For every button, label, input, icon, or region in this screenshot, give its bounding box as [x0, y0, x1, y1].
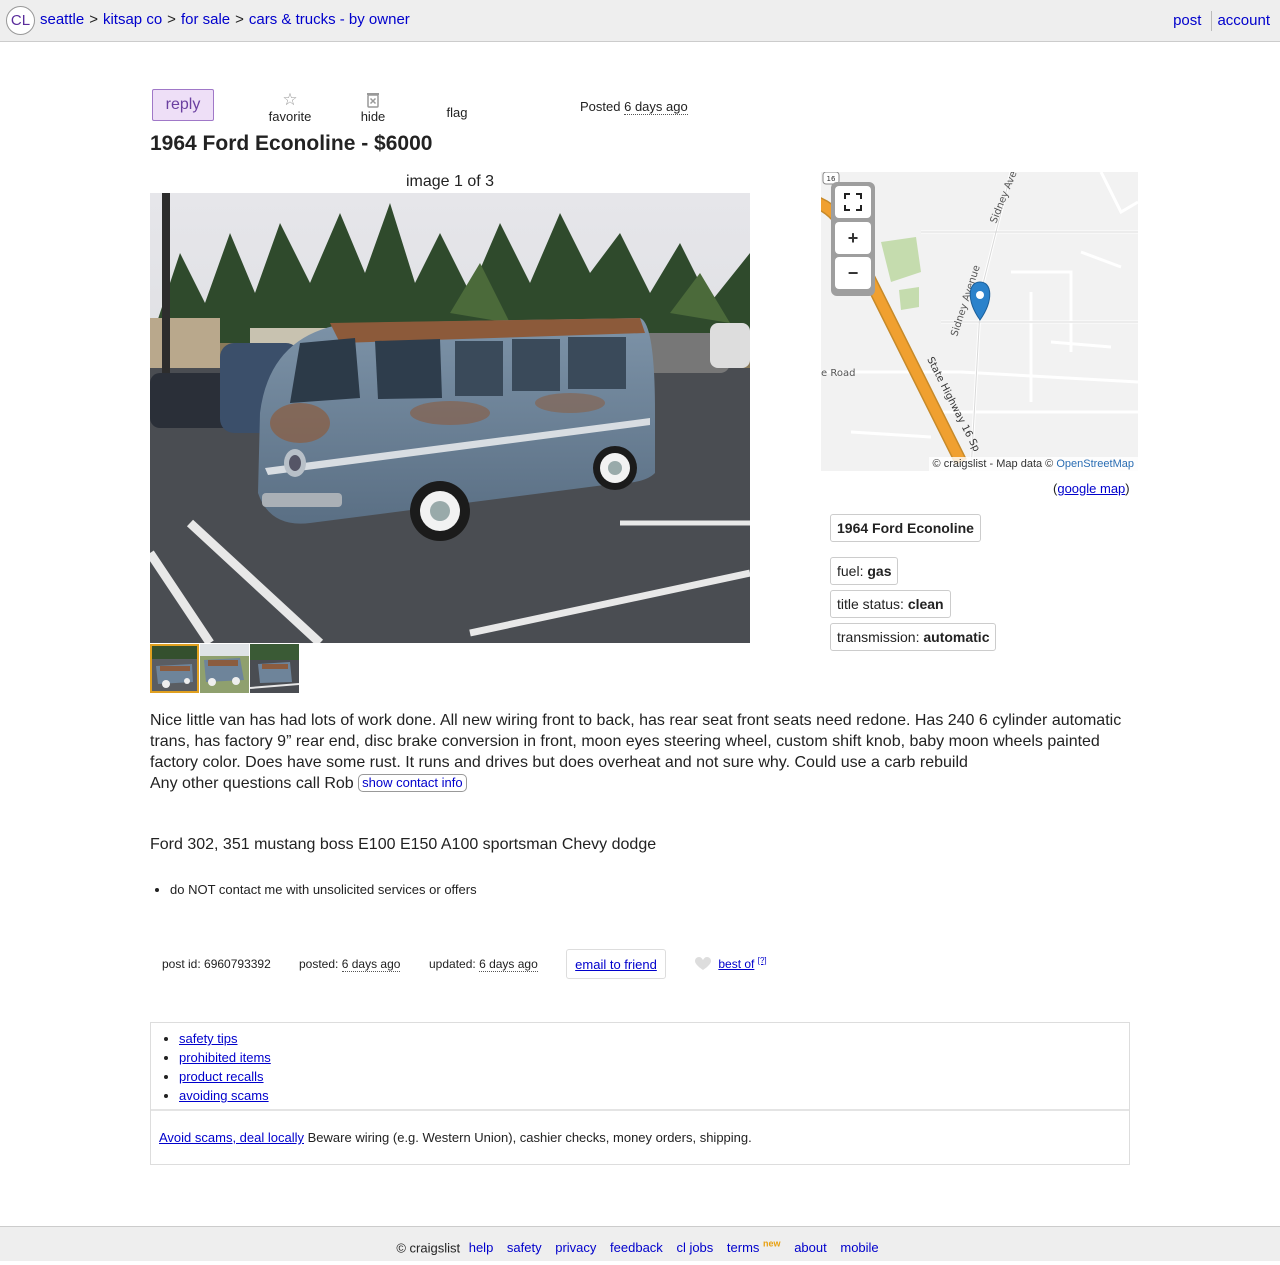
post-id: post id: 6960793392	[162, 957, 271, 971]
fullscreen-icon	[844, 193, 862, 211]
attribute-title-status: title status: clean	[830, 590, 951, 618]
attribute-headline: 1964 Ford Econoline	[830, 514, 981, 542]
safety-divider	[151, 1109, 1129, 1111]
breadcrumb-separator: >	[235, 11, 244, 28]
footer-mobile-link[interactable]: mobile	[840, 1240, 878, 1255]
updated-info-value: 6 days ago	[479, 957, 538, 972]
contact-text: Any other questions call Rob	[150, 775, 354, 792]
hide-icon	[355, 91, 391, 109]
hide-label: hide	[360, 109, 386, 124]
user-links: post account	[1173, 11, 1270, 31]
site-footer: © craigslist help safety privacy feedbac…	[0, 1226, 1280, 1261]
trash-x-icon	[367, 93, 379, 108]
posted-value: 6 days ago	[624, 99, 688, 115]
breadcrumb-separator: >	[167, 11, 176, 28]
avoid-scams-link[interactable]: Avoid scams, deal locally	[159, 1130, 304, 1145]
favorite-label: favorite	[268, 109, 312, 124]
footer-copyright: © craigslist	[396, 1240, 461, 1256]
image-counter: image 1 of 3	[405, 173, 495, 190]
posting-body: Nice little van has had lots of work don…	[150, 710, 1135, 794]
attribute-fuel: fuel: gas	[830, 557, 899, 585]
updated-info-label: updated:	[429, 957, 476, 971]
breadcrumb-separator: >	[89, 11, 98, 28]
map-attribution: © craigslist - Map data © OpenStreetMap	[928, 457, 1138, 471]
attribute-label: fuel:	[837, 563, 864, 579]
footer-privacy-link[interactable]: privacy	[555, 1240, 596, 1255]
keywords-text: Ford 302, 351 mustang boss E100 E150 A10…	[150, 836, 657, 853]
listing-title: 1964 Ford Econoline - $6000	[150, 132, 433, 155]
footer-help-link[interactable]: help	[469, 1240, 494, 1255]
footer-about-link[interactable]: about	[794, 1240, 827, 1255]
craigslist-logo[interactable]: CL	[6, 6, 35, 35]
description-paragraph: Nice little van has had lots of work don…	[150, 712, 1122, 771]
flag-button[interactable]: flag	[440, 105, 474, 120]
scam-warning-text: Beware wiring (e.g. Western Union), cash…	[307, 1130, 752, 1145]
star-icon: ☆	[282, 90, 298, 109]
breadcrumb-seattle[interactable]: seattle	[40, 11, 84, 28]
attribute-value: clean	[907, 596, 944, 612]
new-badge: new	[763, 1239, 781, 1249]
footer-cl-jobs-link[interactable]: cl jobs	[676, 1240, 713, 1255]
product-recalls-link[interactable]: product recalls	[179, 1069, 264, 1084]
attribute-label: title status:	[837, 596, 904, 612]
posted-date-top: Posted 6 days ago	[580, 99, 688, 115]
posted-info: posted: 6 days ago	[299, 957, 401, 972]
attribution-text: © craigslist - Map data ©	[932, 458, 1054, 470]
safety-links: safety tips prohibited items product rec…	[151, 1029, 1129, 1105]
thumbnail-2[interactable]	[200, 644, 249, 693]
flag-label: flag	[446, 105, 468, 120]
footer-terms-link[interactable]: terms new	[726, 1239, 781, 1256]
post-link[interactable]: post	[1173, 12, 1201, 29]
safety-box: safety tips prohibited items product rec…	[150, 1022, 1130, 1165]
attribute-value: automatic	[923, 629, 990, 645]
map-controls: + −	[831, 182, 875, 296]
heart-icon	[695, 957, 711, 970]
google-map-link-wrapper: (google map)	[1053, 481, 1130, 496]
breadcrumb-kitsap[interactable]: kitsap co	[103, 11, 162, 28]
avoiding-scams-link[interactable]: avoiding scams	[179, 1088, 269, 1103]
reply-button[interactable]: reply	[152, 89, 214, 121]
header-divider	[1211, 11, 1213, 31]
account-link[interactable]: account	[1217, 12, 1270, 29]
zoom-out-button[interactable]: −	[835, 257, 871, 289]
posted-label: Posted	[580, 99, 621, 114]
google-map-link[interactable]: google map	[1057, 481, 1125, 496]
notice-item: do NOT contact me with unsolicited servi…	[170, 882, 477, 897]
footer-feedback-link[interactable]: feedback	[610, 1240, 663, 1255]
breadcrumb: seattle > kitsap co > for sale > cars & trucks…	[40, 11, 410, 28]
safety-tips-link[interactable]: safety tips	[179, 1031, 238, 1046]
site-header: CL seattle > kitsap co > for sale > cars & tru…	[0, 0, 1280, 42]
best-of: best of [?]	[695, 956, 767, 971]
location-map[interactable]: 16 Sidney Ave Sidney Avenue e Road State…	[821, 172, 1138, 471]
van-photo-illustration	[150, 193, 750, 643]
best-of-help-link[interactable]: [?]	[758, 956, 767, 965]
thumbnail-3[interactable]	[250, 644, 299, 693]
favorite-button[interactable]: ☆ favorite	[263, 90, 317, 125]
hide-button[interactable]: hide	[355, 91, 391, 124]
notices-list: do NOT contact me with unsolicited servi…	[150, 882, 477, 897]
contact-line: Any other questions call Rob show contac…	[150, 773, 1135, 794]
zoom-in-button[interactable]: +	[835, 222, 871, 254]
posted-info-value: 6 days ago	[341, 957, 401, 972]
breadcrumb-for-sale[interactable]: for sale	[181, 11, 230, 28]
attribute-transmission: transmission: automatic	[830, 623, 997, 651]
openstreetmap-link[interactable]: OpenStreetMap	[1056, 458, 1134, 470]
scam-warning: Avoid scams, deal locally Beware wiring …	[159, 1130, 752, 1145]
best-of-link[interactable]: best of	[718, 957, 754, 971]
attribute-value: gas	[867, 563, 892, 579]
fullscreen-button[interactable]	[835, 186, 871, 218]
thumbnail-1[interactable]	[150, 644, 199, 693]
map-road-label: e Road	[821, 368, 855, 379]
attribute-label: transmission:	[837, 629, 920, 645]
footer-terms-label: terms	[726, 1240, 760, 1256]
breadcrumb-category[interactable]: cars & trucks - by owner	[249, 11, 410, 28]
show-contact-info-button[interactable]: show contact info	[358, 774, 467, 792]
footer-safety-link[interactable]: safety	[507, 1240, 542, 1255]
posted-info-label: posted:	[299, 957, 339, 971]
updated-info: updated: 6 days ago	[429, 957, 538, 972]
prohibited-items-link[interactable]: prohibited items	[179, 1050, 271, 1065]
email-to-friend-button[interactable]: email to friend	[566, 949, 666, 979]
main-photo[interactable]	[150, 193, 750, 643]
